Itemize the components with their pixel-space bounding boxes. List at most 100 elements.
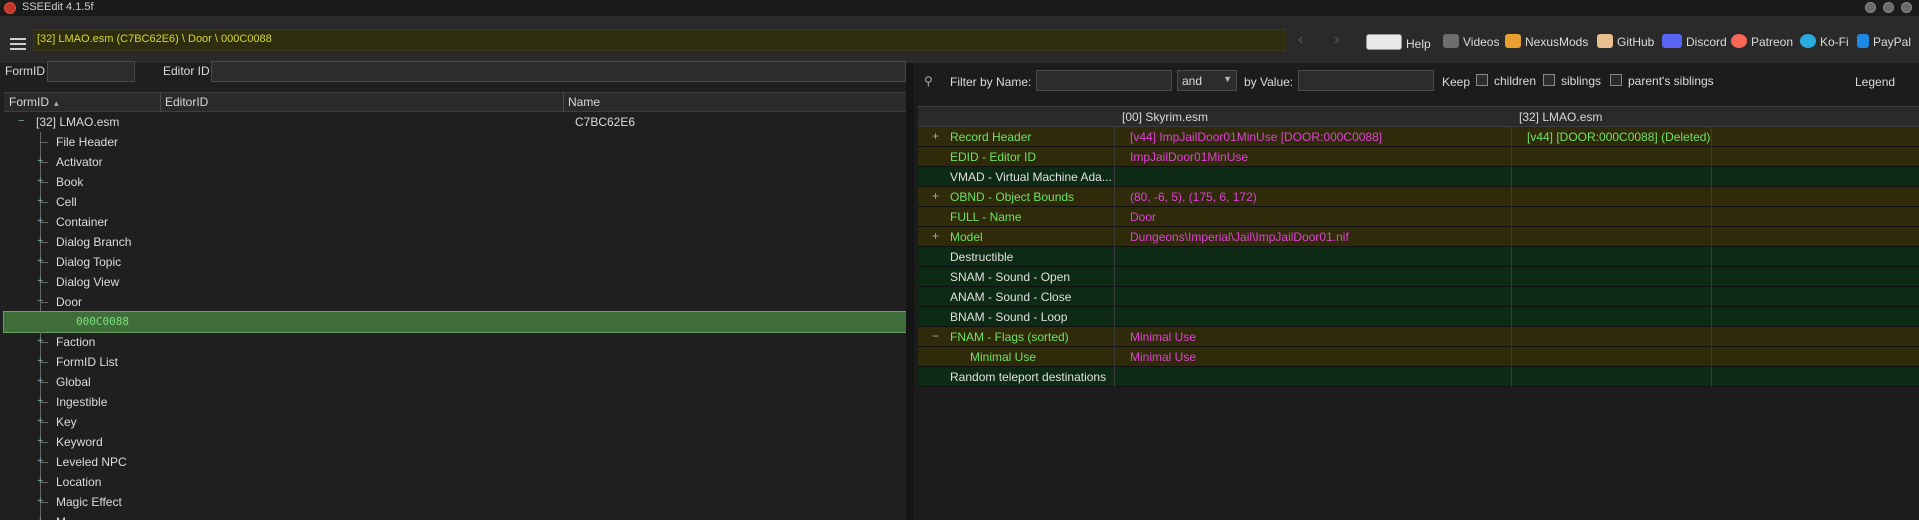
column-divider xyxy=(1511,347,1512,367)
help-link[interactable]: Help xyxy=(1366,34,1431,51)
tree-group-row[interactable]: + Location xyxy=(4,472,906,492)
expand-icon[interactable]: + xyxy=(37,175,45,187)
back-arrow-icon[interactable]: ‹ xyxy=(1298,31,1303,49)
expand-icon[interactable]: + xyxy=(37,395,45,407)
tree-group-row[interactable]: + Container xyxy=(4,212,906,232)
tree-group-row[interactable]: + Activator xyxy=(4,152,906,172)
collapse-icon[interactable]: − xyxy=(37,295,45,307)
pin-icon[interactable]: ⚲ xyxy=(924,74,933,88)
collapse-icon[interactable]: − xyxy=(932,329,939,343)
close-button[interactable] xyxy=(1901,2,1912,13)
expand-icon[interactable]: + xyxy=(37,515,45,520)
record-field-row[interactable]: − FNAM - Flags (sorted) Minimal Use xyxy=(918,327,1919,347)
filter-value-input[interactable] xyxy=(1298,70,1434,91)
column-formid[interactable]: FormID ▲ xyxy=(9,95,60,109)
tree-group-row[interactable]: + Dialog View xyxy=(4,272,906,292)
collapse-icon[interactable]: − xyxy=(18,115,26,127)
expand-icon[interactable]: + xyxy=(932,129,939,143)
expand-icon[interactable]: + xyxy=(932,189,939,203)
expand-icon[interactable]: + xyxy=(37,215,45,227)
tree-group-row[interactable]: + Book xyxy=(4,172,906,192)
tree-group-row[interactable]: + Global xyxy=(4,372,906,392)
record-field-row[interactable]: Destructible xyxy=(918,247,1919,267)
record-field-row[interactable]: + Record Header [v44] ImpJailDoor01MinUse … xyxy=(918,127,1919,147)
column-editorid[interactable]: EditorID xyxy=(165,95,208,109)
skyrim-value[interactable]: Minimal Use xyxy=(1130,330,1196,344)
record-field-row[interactable]: ANAM - Sound - Close xyxy=(918,287,1919,307)
github-link[interactable]: GitHub xyxy=(1597,34,1654,49)
expand-icon[interactable]: + xyxy=(37,235,45,247)
paypal-link[interactable]: PayPal xyxy=(1857,34,1911,49)
column-divider[interactable] xyxy=(563,92,564,112)
kofi-icon xyxy=(1800,34,1816,48)
skyrim-value[interactable]: Door xyxy=(1130,210,1156,224)
expand-icon[interactable]: + xyxy=(37,415,45,427)
expand-icon[interactable]: + xyxy=(37,335,45,347)
column-name[interactable]: Name xyxy=(568,95,600,109)
kofi-link[interactable]: Ko-Fi xyxy=(1800,34,1849,49)
tree-group-row[interactable]: + Leveled NPC xyxy=(4,452,906,472)
expand-icon[interactable]: + xyxy=(37,355,45,367)
editorid-input[interactable] xyxy=(211,61,906,82)
hamburger-menu-icon[interactable] xyxy=(10,38,26,50)
tree-group-row[interactable]: + Magic Effect xyxy=(4,492,906,512)
expand-icon[interactable]: + xyxy=(37,455,45,467)
expand-icon[interactable]: + xyxy=(37,255,45,267)
videos-link[interactable]: Videos xyxy=(1443,34,1499,49)
patreon-link[interactable]: Patreon xyxy=(1731,34,1793,49)
expand-icon[interactable]: + xyxy=(37,495,45,507)
record-field-row[interactable]: SNAM - Sound - Open xyxy=(918,267,1919,287)
keep-siblings-checkbox[interactable]: siblings xyxy=(1543,74,1601,88)
formid-input[interactable] xyxy=(47,61,135,82)
tree-root-row[interactable]: − [32] LMAO.esm C7BC62E6 xyxy=(4,112,906,132)
operator-select[interactable]: and ▼ xyxy=(1177,70,1237,91)
expand-icon[interactable]: + xyxy=(37,275,45,287)
maximize-button[interactable] xyxy=(1883,2,1894,13)
expand-icon[interactable]: + xyxy=(932,229,939,243)
keep-parents-siblings-checkbox[interactable]: parent's siblings xyxy=(1610,74,1714,88)
tree-item-label: Cell xyxy=(56,195,77,209)
tree-group-row[interactable]: + FormID List xyxy=(4,352,906,372)
record-field-row[interactable]: BNAM - Sound - Loop xyxy=(918,307,1919,327)
record-field-row[interactable]: + OBND - Object Bounds (80, -6, 5), (175, … xyxy=(918,187,1919,207)
record-field-row[interactable]: FULL - Name Door xyxy=(918,207,1919,227)
tree-group-row[interactable]: + Key xyxy=(4,412,906,432)
expand-icon[interactable]: + xyxy=(37,435,45,447)
nexusmods-link[interactable]: NexusMods xyxy=(1505,34,1588,49)
skyrim-value[interactable]: [v44] ImpJailDoor01MinUse [DOOR:000C0088… xyxy=(1130,130,1382,144)
tree-group-row[interactable]: + Dialog Branch xyxy=(4,232,906,252)
forward-arrow-icon[interactable]: › xyxy=(1334,31,1339,49)
minimize-button[interactable] xyxy=(1865,2,1876,13)
tree-group-row[interactable]: +M xyxy=(4,512,906,520)
record-field-row[interactable]: + Model Dungeons\Imperial\Jail\ImpJailDoor… xyxy=(918,227,1919,247)
tree-group-row[interactable]: + Ingestible xyxy=(4,392,906,412)
discord-link[interactable]: Discord xyxy=(1662,34,1727,49)
skyrim-value[interactable]: ImpJailDoor01MinUse xyxy=(1130,150,1248,164)
column-lmao-esm[interactable]: [32] LMAO.esm xyxy=(1519,110,1602,124)
skyrim-value[interactable]: Minimal Use xyxy=(1130,350,1196,364)
tree-group-row[interactable]: + Dialog Topic xyxy=(4,252,906,272)
tree-group-row[interactable]: − Door xyxy=(4,292,906,312)
tree-group-row[interactable]: + Keyword xyxy=(4,432,906,452)
pane-splitter[interactable] xyxy=(906,63,914,520)
expand-icon[interactable]: + xyxy=(37,375,45,387)
column-divider[interactable] xyxy=(160,92,161,112)
skyrim-value[interactable]: (80, -6, 5), (175, 6, 172) xyxy=(1130,190,1257,204)
legend-button[interactable]: Legend xyxy=(1855,75,1895,89)
tree-record-row[interactable]: 000C0088 xyxy=(3,311,906,333)
expand-icon[interactable]: + xyxy=(37,475,45,487)
filter-name-input[interactable] xyxy=(1036,70,1172,91)
expand-icon[interactable]: + xyxy=(37,155,45,167)
column-skyrim-esm[interactable]: [00] Skyrim.esm xyxy=(1122,110,1208,124)
skyrim-value[interactable]: Dungeons\Imperial\Jail\ImpJailDoor01.nif xyxy=(1130,230,1349,244)
record-field-row[interactable]: EDID - Editor ID ImpJailDoor01MinUse xyxy=(918,147,1919,167)
keep-children-checkbox[interactable]: children xyxy=(1476,74,1536,88)
tree-group-row[interactable]: + Cell xyxy=(4,192,906,212)
tree-group-row[interactable]: File Header xyxy=(4,132,906,152)
record-field-row[interactable]: VMAD - Virtual Machine Ada... xyxy=(918,167,1919,187)
record-field-row[interactable]: Random teleport destinations xyxy=(918,367,1919,387)
expand-icon[interactable]: + xyxy=(37,195,45,207)
tree-group-row[interactable]: + Faction xyxy=(4,332,906,352)
lmao-value[interactable]: [v44] [DOOR:000C0088] (Deleted) xyxy=(1527,130,1710,144)
record-field-row[interactable]: Minimal Use Minimal Use xyxy=(918,347,1919,367)
